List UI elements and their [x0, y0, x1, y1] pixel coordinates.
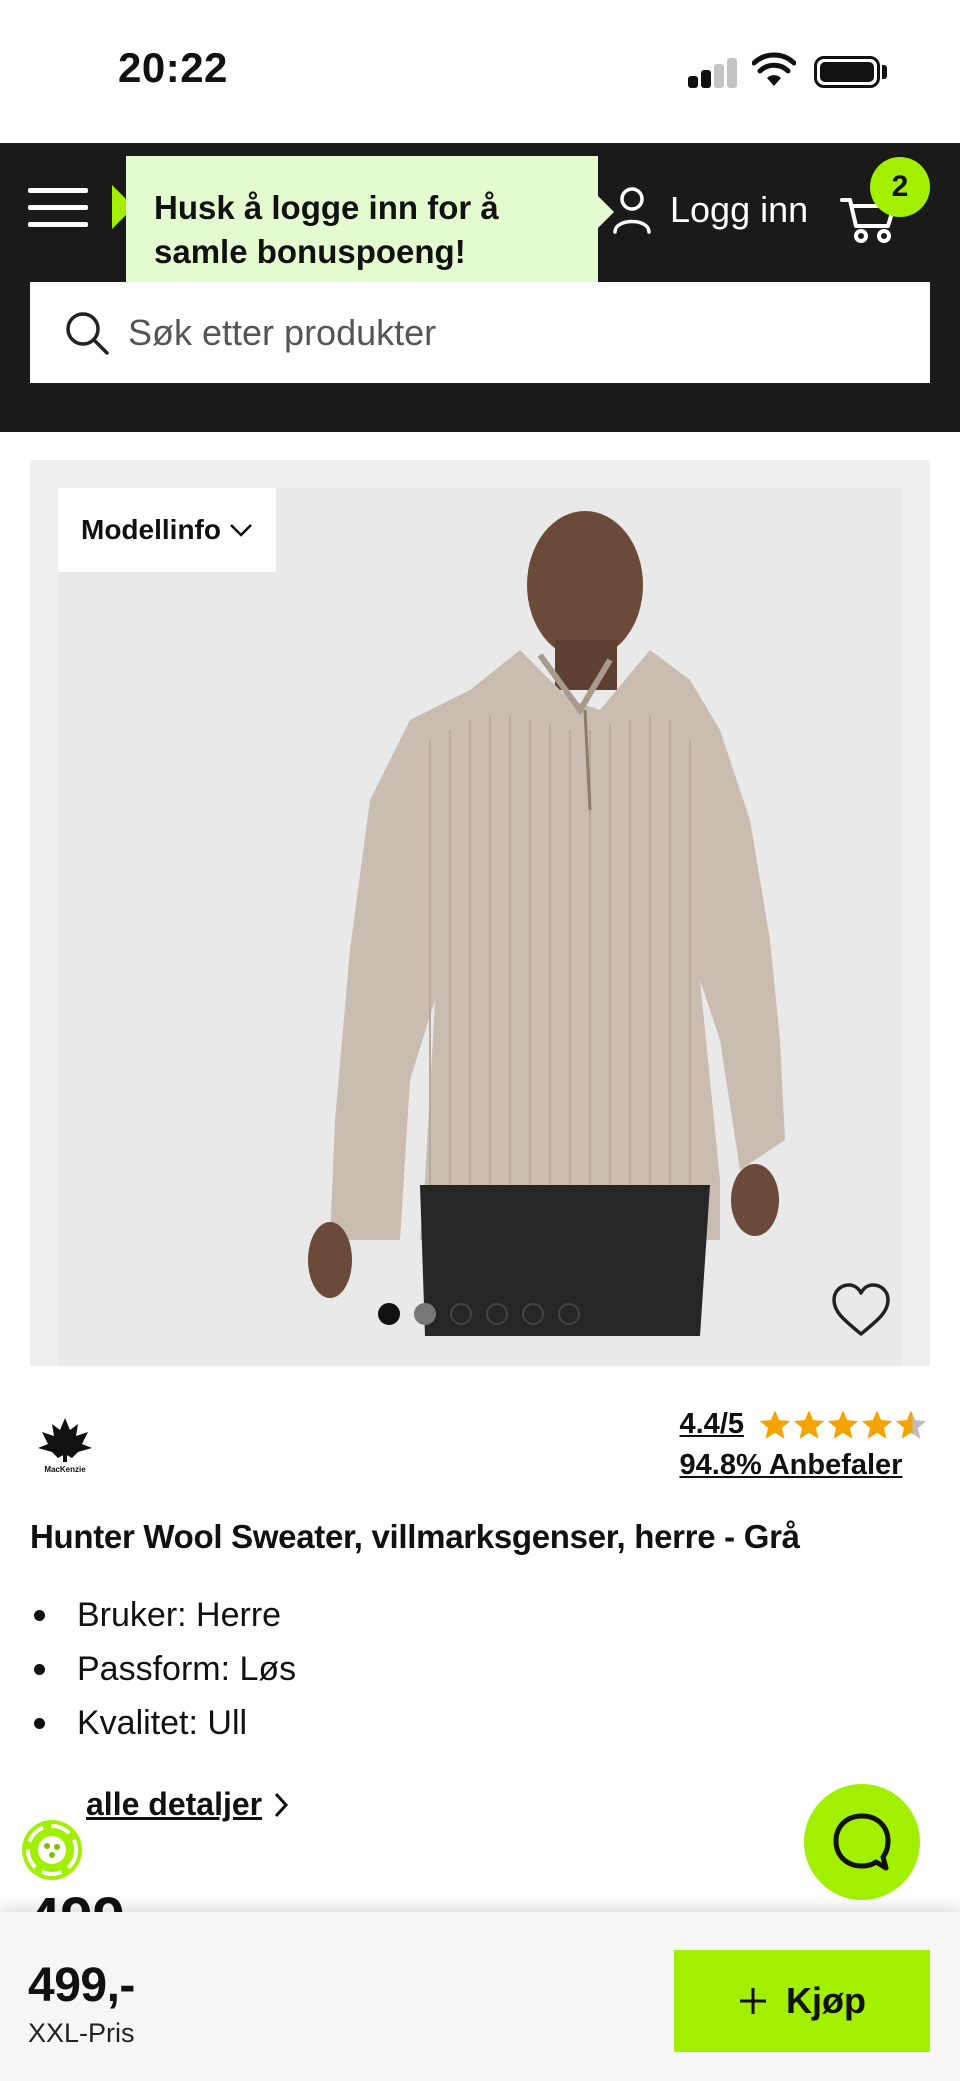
chat-button[interactable]	[804, 1784, 920, 1900]
gallery-dot[interactable]	[378, 1303, 400, 1325]
user-icon	[613, 187, 651, 234]
login-button[interactable]: Logg inn	[612, 180, 808, 240]
model-info-label: Modellinfo	[81, 514, 221, 545]
status-bar: 20:22	[0, 0, 960, 143]
gallery-dot[interactable]	[522, 1303, 544, 1325]
gallery-dot[interactable]	[450, 1303, 472, 1325]
brand-logo: MacKenzie	[38, 1418, 92, 1474]
menu-icon	[28, 188, 88, 193]
wifi-icon	[752, 52, 796, 86]
star-icon	[827, 1409, 859, 1439]
status-time: 20:22	[118, 44, 228, 91]
star-icon	[793, 1409, 825, 1439]
feature-item: Passform: Løs	[30, 1642, 296, 1696]
feature-item: Bruker: Herre	[30, 1588, 296, 1642]
search-placeholder: Søk etter produkter	[128, 311, 437, 353]
gallery-dot[interactable]	[486, 1303, 508, 1325]
inline-price: 499,-	[28, 1885, 160, 1913]
battery-icon	[814, 56, 880, 88]
search-icon	[66, 311, 109, 355]
price-label: XXL-Pris	[28, 2018, 135, 2048]
gallery-dot[interactable]	[558, 1303, 580, 1325]
tooltip-text: Husk å logge inn for å samle bonuspoeng!	[154, 189, 499, 270]
star-icon	[759, 1409, 791, 1439]
recommend-link[interactable]: 94.8% Anbefaler	[680, 1449, 929, 1482]
product-title: Hunter Wool Sweater, villmarksgenser, he…	[30, 1518, 800, 1555]
details-link-label: alle detaljer	[86, 1786, 263, 1822]
signal-icon	[688, 58, 738, 88]
rating-score[interactable]: 4.4/5	[680, 1408, 745, 1441]
model-info-button[interactable]: Modellinfo	[58, 488, 276, 572]
product-image	[308, 511, 785, 1336]
chat-icon	[833, 1813, 891, 1871]
star-icon	[895, 1409, 927, 1439]
gallery-dots	[378, 1303, 580, 1325]
chevron-right-icon	[274, 1792, 289, 1817]
search-input[interactable]: Søk etter produkter	[30, 282, 930, 383]
heart-icon[interactable]	[830, 1282, 892, 1338]
gallery-dot[interactable]	[414, 1303, 436, 1325]
plus-icon	[740, 1988, 766, 2014]
rating-stars	[758, 1409, 928, 1441]
buy-label: Kjøp	[786, 1980, 866, 2021]
login-label: Logg inn	[670, 189, 809, 230]
feature-list: Bruker: Herre Passform: Løs Kvalitet: Ul…	[30, 1588, 296, 1750]
cart-count-badge: 2	[870, 157, 930, 217]
menu-button[interactable]	[28, 186, 90, 230]
svg-text:MacKenzie: MacKenzie	[44, 1465, 86, 1474]
feature-item: Kvalitet: Ull	[30, 1696, 296, 1750]
eco-icon[interactable]	[16, 1814, 88, 1886]
rating-block: 4.4/5 94.8% Anbefaler	[680, 1408, 929, 1482]
buy-button[interactable]: Kjøp	[674, 1950, 930, 2052]
price: 499,-	[28, 1959, 135, 2012]
login-reminder-tooltip: Husk å logge inn for å samle bonuspoeng!	[126, 156, 598, 302]
star-icon	[861, 1409, 893, 1439]
